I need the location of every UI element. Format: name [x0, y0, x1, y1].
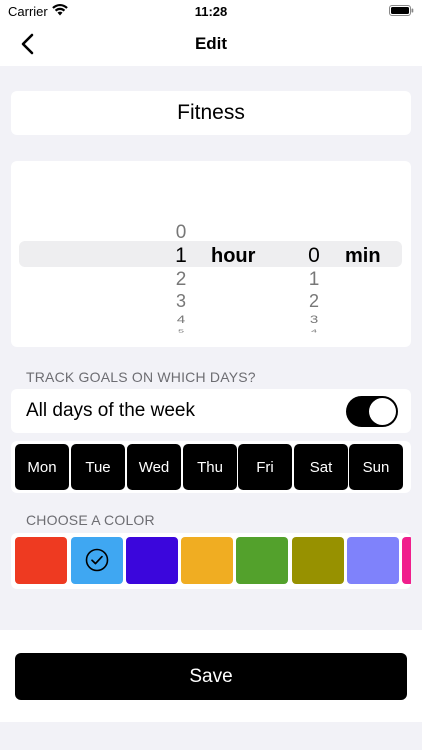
- hours-option[interactable]: 3: [166, 292, 196, 310]
- battery-icon: [389, 5, 414, 16]
- day-button-tue[interactable]: Tue: [71, 444, 125, 490]
- minutes-option[interactable]: 1: [299, 270, 329, 289]
- minutes-option[interactable]: 3: [299, 314, 329, 325]
- all-days-label: All days of the week: [26, 400, 195, 421]
- all-days-row: All days of the week: [11, 389, 411, 433]
- hours-option[interactable]: 5: [166, 329, 196, 334]
- color-swatch[interactable]: [236, 537, 288, 584]
- goal-name-value: Fitness: [177, 101, 245, 124]
- color-swatch[interactable]: [181, 537, 233, 584]
- day-button-sun[interactable]: Sun: [349, 444, 403, 490]
- day-button-fri[interactable]: Fri: [238, 444, 292, 490]
- hours-selected[interactable]: 1: [166, 245, 196, 266]
- duration-picker[interactable]: 0 1 2 3 4 5 hour 0 1 2 3 4 min: [11, 161, 411, 347]
- color-swatch[interactable]: [292, 537, 344, 584]
- minutes-option[interactable]: 2: [299, 292, 329, 310]
- all-days-toggle[interactable]: [346, 396, 398, 427]
- choose-color-header: CHOOSE A COLOR: [26, 512, 155, 528]
- hours-option[interactable]: 0: [166, 223, 196, 242]
- hours-option[interactable]: 2: [166, 270, 196, 289]
- color-picker: [11, 533, 411, 589]
- day-button-thu[interactable]: Thu: [183, 444, 237, 490]
- track-days-header: TRACK GOALS ON WHICH DAYS?: [26, 369, 256, 385]
- color-swatch[interactable]: [402, 537, 411, 584]
- save-button[interactable]: Save: [15, 653, 407, 700]
- days-selector: Mon Tue Wed Thu Fri Sat Sun: [11, 441, 411, 493]
- minutes-option[interactable]: 4: [299, 329, 329, 334]
- toggle-knob: [369, 398, 396, 425]
- nav-bar: Edit: [0, 22, 422, 66]
- status-bar: Carrier 11:28: [0, 0, 422, 22]
- day-button-mon[interactable]: Mon: [15, 444, 69, 490]
- color-swatch[interactable]: [347, 537, 399, 584]
- minutes-selected[interactable]: 0: [299, 245, 329, 266]
- day-button-sat[interactable]: Sat: [294, 444, 348, 490]
- page-title: Edit: [194, 34, 228, 53]
- status-time: 11:28: [194, 4, 228, 19]
- hours-option[interactable]: 4: [166, 314, 196, 325]
- hour-unit-label: hour: [211, 245, 256, 267]
- color-swatch[interactable]: [15, 537, 67, 584]
- color-swatch[interactable]: [126, 537, 178, 584]
- color-swatch-selected[interactable]: [71, 537, 123, 584]
- goal-name-field[interactable]: Fitness: [11, 91, 411, 135]
- minute-unit-label: min: [345, 245, 381, 267]
- bottom-bar: Save: [0, 630, 422, 722]
- checkmark-circle-icon: [85, 548, 109, 572]
- day-button-wed[interactable]: Wed: [127, 444, 181, 490]
